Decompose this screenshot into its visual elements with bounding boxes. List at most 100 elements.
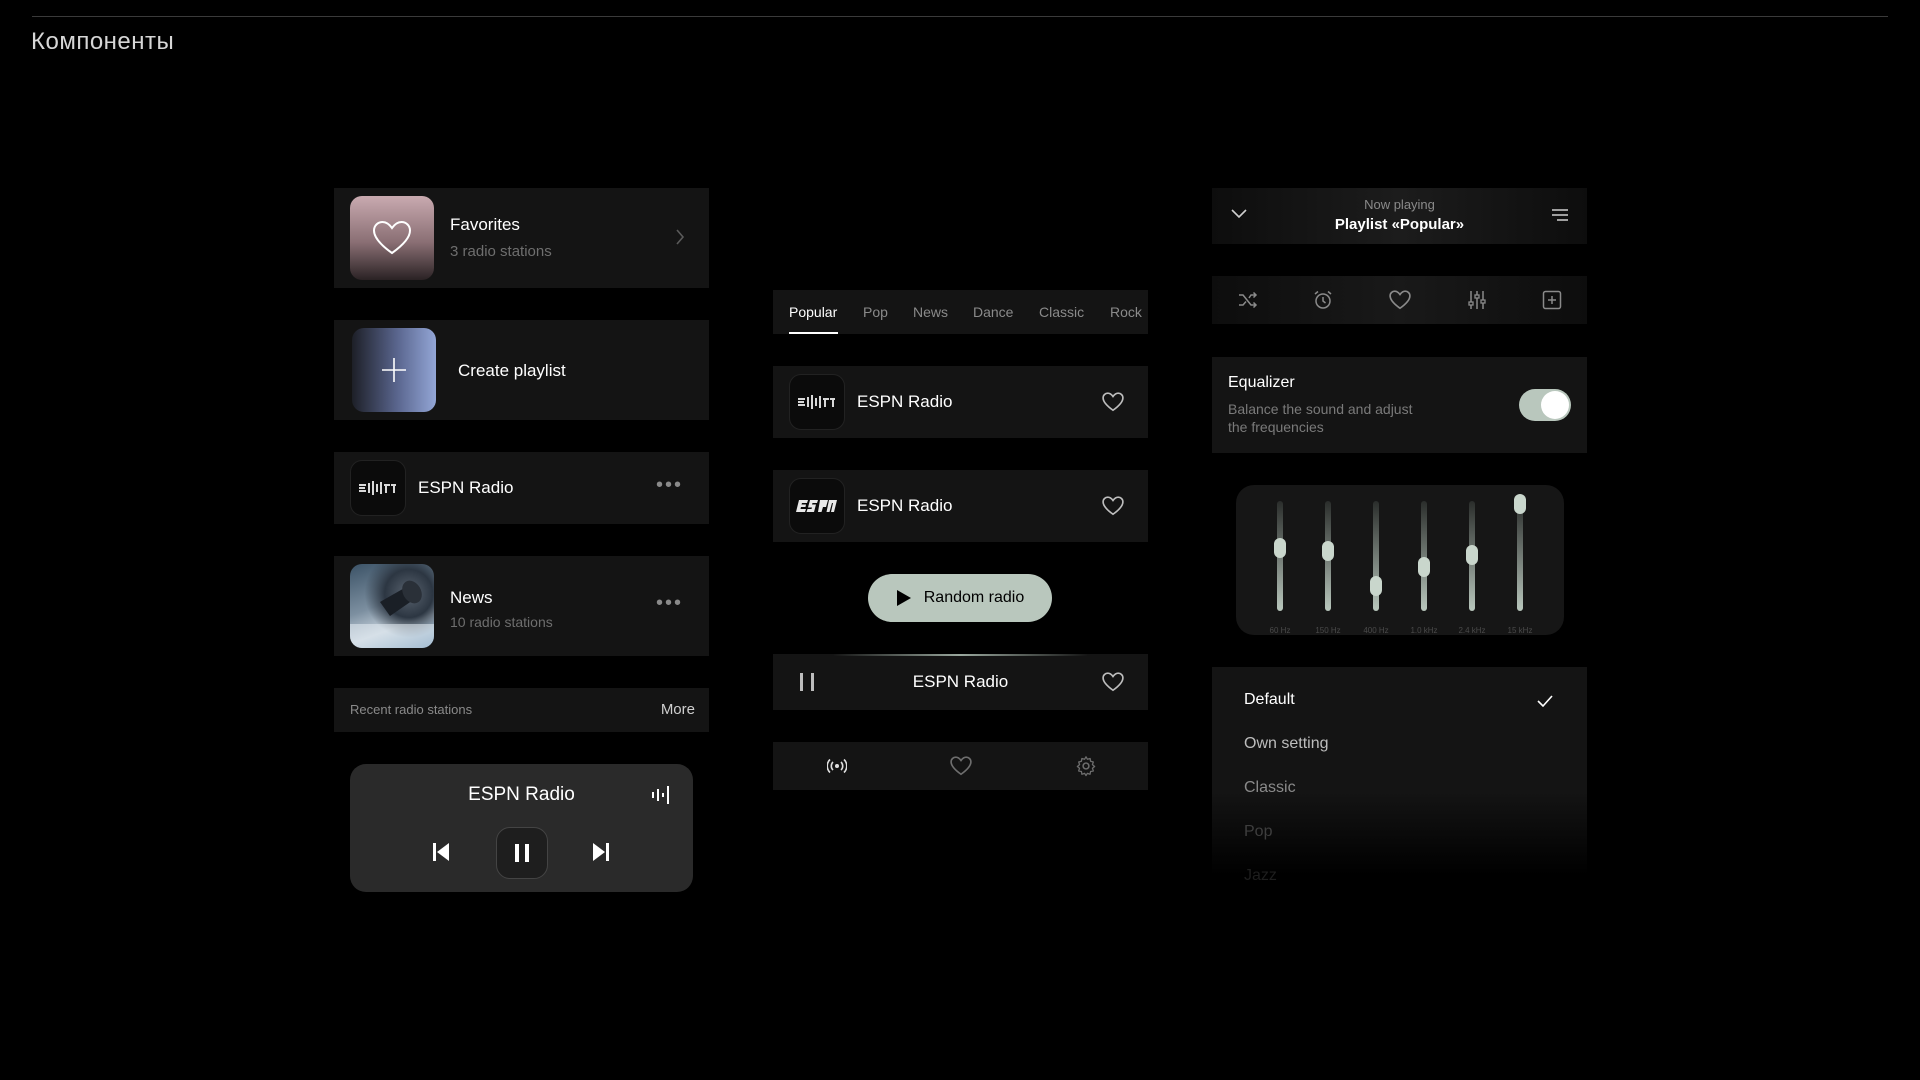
preset-item[interactable]: Own setting: [1212, 723, 1587, 767]
pause-button[interactable]: [496, 827, 548, 879]
news-subtitle: 10 radio stations: [450, 614, 553, 630]
eq-track[interactable]: [1517, 501, 1523, 611]
now-playing-header: Now playing Playlist «Popular»: [1212, 188, 1587, 244]
news-playlist-card[interactable]: News 10 radio stations •••: [334, 556, 709, 656]
now-playing-label: Now playing: [1364, 197, 1435, 212]
more-link[interactable]: More: [661, 701, 695, 718]
preset-item[interactable]: Default: [1212, 679, 1587, 723]
random-radio-button[interactable]: Random radio: [868, 574, 1052, 622]
eq-knob[interactable]: [1370, 575, 1382, 596]
heart-outline-icon[interactable]: [1102, 392, 1124, 412]
radio-broadcast-icon[interactable]: [827, 756, 847, 776]
station-logo: [789, 374, 845, 430]
eq-band-label: 150 Hz: [1315, 626, 1341, 635]
tab-popular[interactable]: Popular: [789, 304, 837, 320]
eq-knob[interactable]: [1274, 538, 1286, 559]
toggle-knob: [1541, 391, 1569, 419]
tab-rock[interactable]: Rock: [1110, 304, 1142, 320]
now-playing-station: ESPN Radio: [912, 672, 1009, 691]
checkmark-icon: [1537, 695, 1553, 707]
tab-dance[interactable]: Dance: [973, 304, 1013, 320]
progress-line: [833, 654, 1088, 656]
eq-knob[interactable]: [1322, 540, 1334, 561]
mini-player-station: ESPN Radio: [468, 784, 575, 805]
menu-icon[interactable]: [1551, 208, 1569, 222]
espn-logo-icon: [790, 479, 844, 533]
tab-classic[interactable]: Classic: [1039, 304, 1084, 320]
eq-band-label: 1.0 kHz: [1410, 626, 1438, 635]
equalizer-title: Equalizer: [1228, 374, 1295, 391]
heart-outline-icon[interactable]: [1389, 290, 1411, 310]
station-list-item[interactable]: ESPN Radio: [773, 366, 1148, 438]
preset-label: Pop: [1244, 823, 1273, 840]
eq-knob[interactable]: [1514, 494, 1526, 515]
mini-player: ESPN Radio: [350, 764, 693, 892]
add-square-icon[interactable]: [1542, 290, 1562, 310]
eq-band-label: 400 Hz: [1363, 626, 1389, 635]
create-playlist-card[interactable]: Create playlist: [334, 320, 709, 420]
favorites-subtitle: 3 radio stations: [450, 243, 552, 260]
shuffle-icon[interactable]: [1238, 291, 1258, 309]
espn-logo-icon: [790, 375, 844, 429]
genre-tabs: Popular Pop News Dance Classic Rock: [773, 290, 1148, 334]
heart-icon: [350, 196, 434, 280]
heart-outline-icon[interactable]: [1102, 496, 1124, 516]
sound-wave-icon: [651, 786, 673, 804]
eq-knob[interactable]: [1466, 544, 1478, 565]
play-icon: [896, 590, 911, 606]
gear-icon[interactable]: [1075, 755, 1097, 777]
station-logo: [350, 460, 406, 516]
station-name: ESPN Radio: [857, 392, 953, 411]
eq-band-label: 15 kHz: [1507, 626, 1533, 635]
eq-band-label: 60 Hz: [1269, 626, 1291, 635]
eq-knob[interactable]: [1418, 557, 1430, 577]
equalizer-sliders: 60 Hz 150 Hz 400 Hz 1.0 kHz 2.4 kHz 15 kHz: [1236, 485, 1564, 635]
now-playing-bar[interactable]: ESPN Radio: [773, 654, 1148, 710]
more-icon[interactable]: •••: [656, 474, 683, 497]
news-thumbnail: [350, 564, 434, 648]
eq-track[interactable]: [1421, 501, 1427, 611]
equalizer-settings-icon[interactable]: [1467, 290, 1487, 310]
heart-outline-icon[interactable]: [950, 756, 972, 776]
recent-label: Recent radio stations: [350, 702, 473, 717]
pause-icon: [515, 844, 529, 862]
create-playlist-thumbnail: [352, 328, 436, 412]
preset-list: Default Own setting Classic Pop Jazz: [1212, 667, 1587, 884]
recent-header: Recent radio stations More: [334, 688, 709, 732]
favorites-title: Favorites: [450, 215, 520, 234]
tab-news[interactable]: News: [913, 304, 948, 320]
preset-label: Default: [1244, 691, 1295, 708]
now-playing-playlist: Playlist «Popular»: [1334, 216, 1465, 233]
station-row[interactable]: ESPN Radio •••: [334, 452, 709, 524]
equalizer-card: Equalizer Balance the sound and adjust t…: [1212, 357, 1587, 453]
equalizer-description-line2: the frequencies: [1228, 419, 1324, 435]
espn-logo-icon: [351, 461, 405, 515]
chevron-right-icon: [675, 228, 685, 246]
news-title: News: [450, 588, 493, 607]
preset-item[interactable]: Classic: [1212, 767, 1587, 811]
preset-label: Own setting: [1244, 735, 1329, 752]
alarm-icon[interactable]: [1313, 290, 1333, 310]
preset-item[interactable]: Jazz: [1212, 855, 1587, 899]
create-playlist-label: Create playlist: [458, 361, 566, 380]
heart-outline-icon[interactable]: [1102, 672, 1124, 692]
preset-item[interactable]: Pop: [1212, 811, 1587, 855]
favorites-thumbnail: [350, 196, 434, 280]
microphone-icon: [350, 580, 434, 648]
page-title: Компоненты: [31, 28, 175, 55]
favorites-card[interactable]: Favorites 3 radio stations: [334, 188, 709, 288]
more-icon[interactable]: •••: [656, 592, 683, 615]
top-divider: [32, 16, 1888, 17]
previous-icon[interactable]: [432, 842, 450, 862]
preset-label: Classic: [1244, 779, 1296, 796]
eq-band-label: 2.4 kHz: [1458, 626, 1486, 635]
equalizer-description-line1: Balance the sound and adjust: [1228, 401, 1413, 417]
random-radio-label: Random radio: [923, 589, 1025, 606]
station-list-item[interactable]: ESPN Radio: [773, 470, 1148, 542]
station-name: ESPN Radio: [857, 496, 953, 515]
station-logo: [789, 478, 845, 534]
tab-pop[interactable]: Pop: [863, 304, 888, 320]
equalizer-toggle[interactable]: [1519, 389, 1571, 421]
next-icon[interactable]: [592, 842, 610, 862]
active-tab-indicator: [789, 332, 838, 334]
